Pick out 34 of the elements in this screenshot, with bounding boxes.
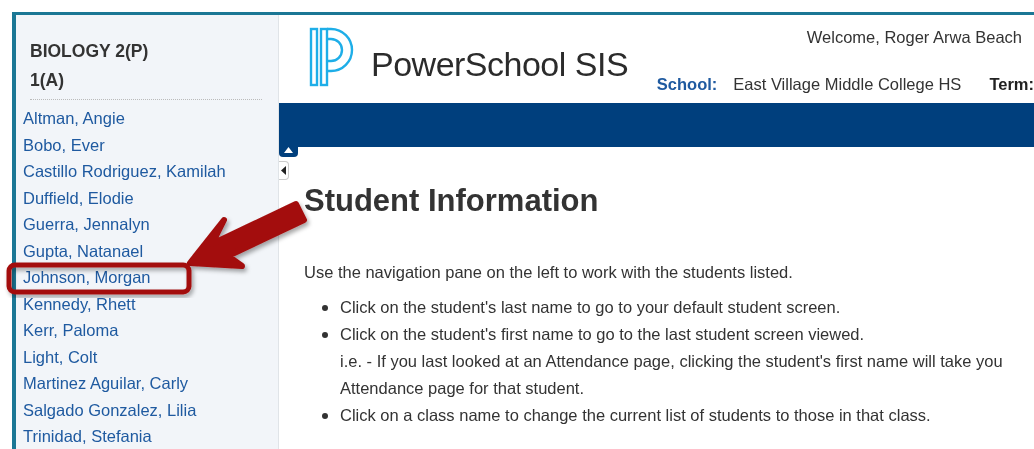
bullet-icon [322,305,328,311]
instruction-text: Click on the student's last name to go to your default student screen. [340,297,841,318]
student-link[interactable]: Duffield, Elodie [23,184,134,211]
student-link[interactable]: Johnson, Morgan [23,264,151,291]
student-link[interactable]: Salgado Gonzalez, Lilia [23,396,197,423]
instruction-text: Click on a class name to change the current list of students to those in that class. [340,405,931,426]
bullet-icon [322,413,328,419]
logo-icon [309,27,355,87]
instruction-text: i.e. - If you last looked at an Attendance page, clicking the student's first name will take you [340,351,1003,372]
app-name: PowerSchool SIS [371,44,629,84]
welcome-text: Welcome, Roger Arwa Beach [806,28,1022,47]
student-link[interactable]: Gupta, Natanael [23,237,144,264]
instruction-text: Attendance page for that student. [340,378,584,399]
triangle-left-icon [281,166,286,175]
class-title: BIOLOGY 2(P) [30,40,149,63]
school-name: East Village Middle College HS [733,75,962,94]
bullet-icon [322,332,328,338]
student-link[interactable]: Trinidad, Stefania [23,423,152,449]
student-link[interactable]: Castillo Rodriguez, Kamilah [23,158,226,185]
student-link[interactable]: Altman, Angie [23,105,125,132]
class-title: 1(A) [30,69,65,92]
student-link[interactable]: Martinez Aguilar, Carly [23,370,189,397]
instruction-text: Click on the student's first name to go to the last student screen viewed. [340,324,865,345]
term-label: Term: [989,75,1034,94]
page-title: Student Information [304,183,599,219]
triangle-up-icon [284,147,293,153]
collapse-side-button[interactable] [279,161,289,180]
student-link[interactable]: Light, Colt [23,343,98,370]
student-link[interactable]: Kennedy, Rhett [23,290,136,317]
school-label: School: [656,75,718,94]
student-link[interactable]: Kerr, Paloma [23,317,119,344]
student-link[interactable]: Bobo, Ever [23,131,105,158]
student-link[interactable]: Guerra, Jennalyn [23,211,150,238]
intro-text: Use the navigation pane on the left to work with the students listed. [304,263,793,282]
